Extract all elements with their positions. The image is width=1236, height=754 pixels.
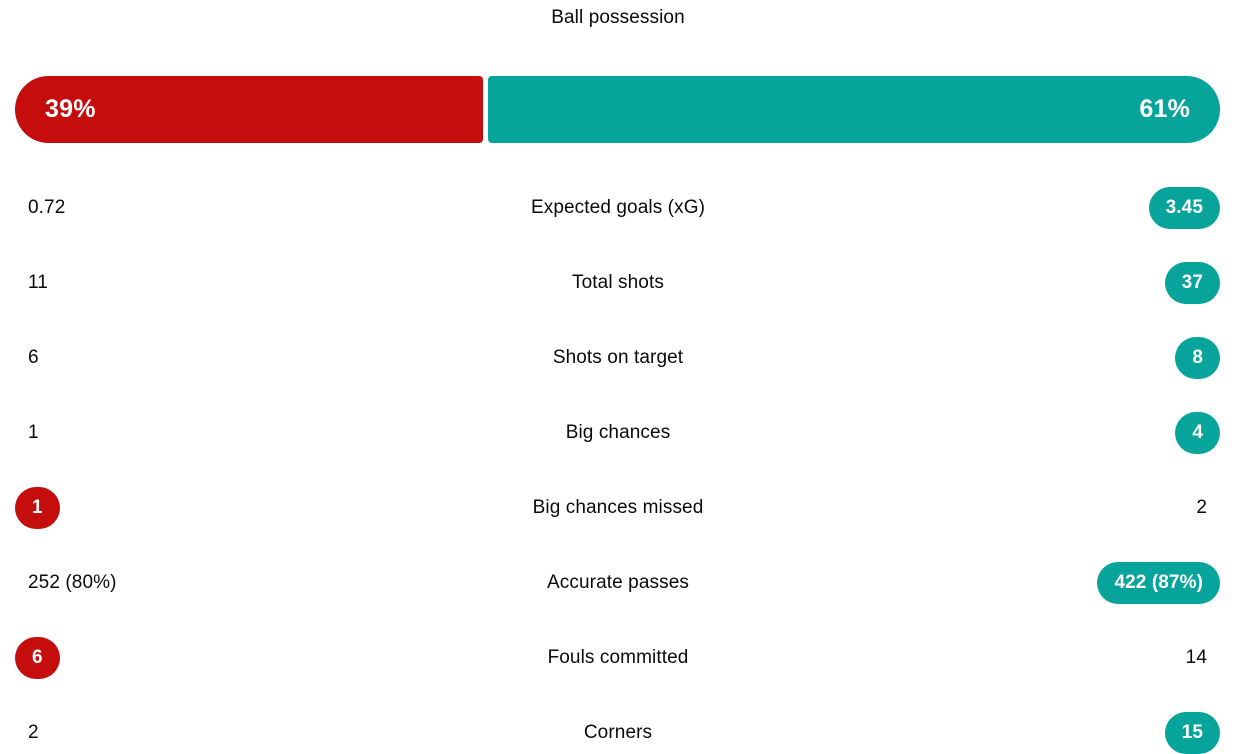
away-value-badge: 8	[1175, 336, 1220, 379]
away-value-badge: 422 (87%)	[1097, 561, 1220, 604]
away-value: 2	[1196, 496, 1207, 518]
stat-side-home: 6	[0, 320, 300, 395]
stat-label: Total shots	[572, 271, 664, 293]
stat-side-away: 422 (87%)	[936, 545, 1236, 620]
stat-label: Expected goals (xG)	[530, 196, 706, 218]
stat-label: Big chances	[565, 421, 671, 443]
stat-label: Accurate passes	[547, 571, 689, 593]
away-value-badge: 4	[1175, 411, 1220, 454]
match-statistics-panel: Ball possession 39% 61% 0.72 Expected goa…	[0, 0, 1236, 754]
possession-bar-away: 61%	[488, 76, 1220, 143]
possession-away-value: 61%	[1139, 95, 1190, 123]
stat-side-home: 1	[0, 395, 300, 470]
home-value: 11	[28, 271, 48, 293]
away-value-badge: 3.45	[1148, 186, 1220, 229]
stat-label: Shots on target	[552, 346, 684, 368]
stat-row: 0.72 Expected goals (xG) 3.45	[0, 170, 1236, 245]
stat-side-home: 1	[0, 470, 300, 545]
stat-row: 11 Total shots 37	[0, 245, 1236, 320]
stat-side-away: 3.45	[936, 170, 1236, 245]
stat-side-away: 2	[936, 470, 1236, 545]
home-value: 2	[28, 721, 39, 743]
stat-rows-container: 0.72 Expected goals (xG) 3.45 11 Total shots…	[0, 170, 1236, 754]
home-value-badge: 6	[15, 636, 60, 679]
stat-row: 252 (80%) Accurate passes 422 (87%)	[0, 545, 1236, 620]
stat-side-home: 0.72	[0, 170, 300, 245]
stat-row: 6 Fouls committed 14	[0, 620, 1236, 695]
stat-row: 1 Big chances missed 2	[0, 470, 1236, 545]
possession-bar-home: 39%	[15, 76, 483, 143]
stat-label: Big chances missed	[532, 496, 704, 518]
home-value: 252 (80%)	[28, 571, 117, 593]
stat-side-away: 37	[936, 245, 1236, 320]
stat-row: 6 Shots on target 8	[0, 320, 1236, 395]
stat-side-away: 15	[936, 695, 1236, 754]
stat-label: Fouls committed	[547, 646, 689, 668]
stat-side-away: 4	[936, 395, 1236, 470]
possession-bar: 39% 61%	[15, 76, 1220, 143]
away-value-badge: 37	[1164, 261, 1220, 304]
stat-row: 2 Corners 15	[0, 695, 1236, 754]
home-value: 1	[28, 421, 39, 443]
home-value-badge: 1	[15, 486, 60, 529]
away-value: 14	[1185, 646, 1207, 668]
possession-title: Ball possession	[551, 7, 685, 28]
stat-label: Corners	[583, 721, 653, 743]
home-value: 6	[28, 346, 39, 368]
stat-row: 1 Big chances 4	[0, 395, 1236, 470]
away-value-badge: 15	[1164, 711, 1220, 754]
stat-side-home: 6	[0, 620, 300, 695]
stat-side-home: 252 (80%)	[0, 545, 300, 620]
stat-side-away: 8	[936, 320, 1236, 395]
possession-home-value: 39%	[45, 95, 96, 123]
stat-side-away: 14	[936, 620, 1236, 695]
home-value: 0.72	[28, 196, 66, 218]
stat-side-home: 2	[0, 695, 300, 754]
stat-side-home: 11	[0, 245, 300, 320]
